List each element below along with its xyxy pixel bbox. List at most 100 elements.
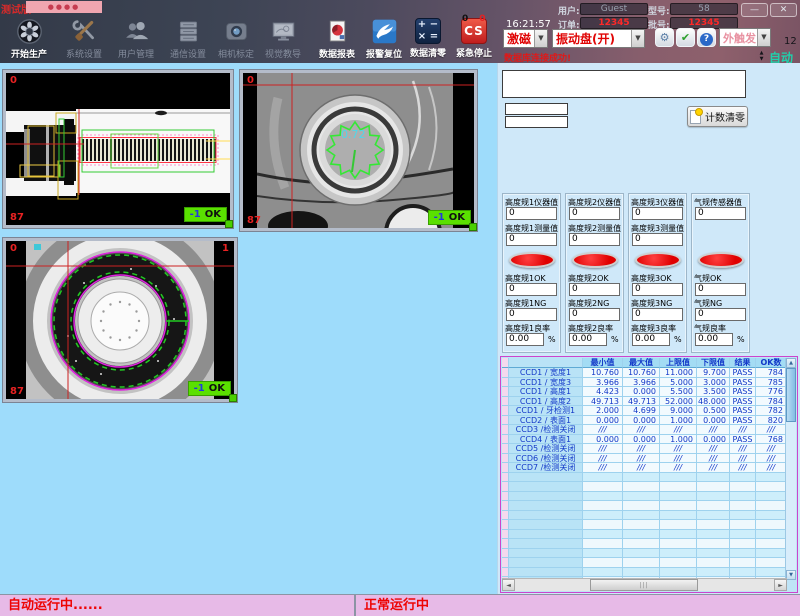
gauge-measure-input[interactable]: 0 bbox=[506, 233, 557, 246]
toolbar-item-comm-settings[interactable]: 通信设置 bbox=[161, 18, 215, 60]
gauge-ok-input[interactable]: 0 bbox=[506, 283, 557, 296]
gauge-measure-input[interactable]: 0 bbox=[569, 233, 620, 246]
table-row[interactable]: CCD1 / 宽度110.76010.76011.0009.700PASS784 bbox=[502, 368, 787, 378]
table-cell: 1.000 bbox=[660, 435, 697, 445]
table-cell bbox=[509, 520, 583, 530]
table-row[interactable]: CCD5 /检测关闭////////////////// bbox=[502, 444, 787, 454]
toolbar-item-start-production[interactable]: 开始生产 bbox=[2, 18, 56, 60]
camera-view-3[interactable]: 0 1 87 -1OK bbox=[3, 238, 237, 402]
toolbar-item-user-management[interactable]: 用户管理 bbox=[109, 18, 163, 60]
resize-grip[interactable] bbox=[229, 394, 237, 402]
table-row[interactable]: CCD3 /检测关闭////////////////// bbox=[502, 425, 787, 435]
resize-grip[interactable] bbox=[469, 223, 477, 231]
gauge-instrument-input[interactable]: 0 bbox=[506, 207, 557, 220]
table-row[interactable]: CCD1 / 高度14.4230.0005.5003.500PASS776 bbox=[502, 387, 787, 397]
resize-grip[interactable] bbox=[225, 220, 233, 228]
table-cell bbox=[502, 482, 509, 492]
table-cell: 结果 bbox=[730, 358, 756, 368]
table-cell: OK数 bbox=[756, 358, 787, 368]
table-row[interactable]: CCD1 / 牙检测12.0004.6999.0000.500PASS782 bbox=[502, 406, 787, 416]
toolbar-item-vision-teaching[interactable]: 视觉教导 bbox=[256, 18, 310, 60]
table-row[interactable]: CCD1 / 宽度33.9663.9665.0003.000PASS785 bbox=[502, 378, 787, 388]
table-row-empty bbox=[502, 539, 787, 549]
clear-count-button[interactable]: 计数清零 bbox=[687, 106, 748, 127]
gauge-instrument-input[interactable]: 0 bbox=[632, 207, 683, 220]
table-row[interactable]: CCD7 /检测关闭////////////////// bbox=[502, 463, 787, 473]
chevron-down-icon[interactable]: ▼ bbox=[757, 29, 770, 46]
gauge-yield-input[interactable]: 0.00 bbox=[695, 333, 733, 346]
table-cell bbox=[756, 520, 787, 530]
chevron-down-icon[interactable]: ▼ bbox=[534, 30, 547, 47]
table-cell: /// bbox=[730, 454, 756, 464]
toolbar-item-data-report[interactable]: 数据报表 bbox=[310, 18, 364, 60]
minimize-button[interactable]: — bbox=[741, 3, 768, 17]
magnetize-combo[interactable]: 激磁 ▼ bbox=[503, 29, 548, 48]
camera3-image bbox=[6, 241, 234, 399]
table-cell bbox=[583, 492, 623, 502]
settings-gear-button[interactable]: ⚙ bbox=[655, 28, 674, 47]
help-button[interactable]: ? bbox=[697, 28, 716, 47]
scroll-down-icon[interactable]: ▼ bbox=[786, 570, 796, 580]
barcode-display[interactable] bbox=[502, 70, 746, 98]
gauge-ng-input[interactable]: 0 bbox=[569, 308, 620, 321]
table-cell: 49.713 bbox=[583, 397, 623, 407]
gauge-ng-input[interactable]: 0 bbox=[506, 308, 557, 321]
table-cell bbox=[697, 539, 730, 549]
table-row[interactable]: CCD6 /检测关闭////////////////// bbox=[502, 454, 787, 464]
chevron-down-icon[interactable]: ▼ bbox=[631, 30, 644, 47]
table-cell: 3.000 bbox=[697, 378, 730, 388]
percent-label: % bbox=[674, 335, 682, 344]
close-button[interactable]: ✕ bbox=[770, 3, 797, 17]
table-cell: CCD7 /检测关闭 bbox=[509, 463, 583, 473]
toolbar-item-emergency-stop[interactable]: 00 CS 紧急停止 bbox=[447, 18, 501, 59]
gauge-instrument-input[interactable]: 0 bbox=[695, 207, 746, 220]
toolbar-item-label: 用户管理 bbox=[109, 47, 163, 60]
camera-view-1[interactable]: 0 87 -1OK bbox=[3, 70, 233, 228]
table-cell: 3.966 bbox=[583, 378, 623, 388]
gauge-measure-input[interactable]: 0 bbox=[632, 233, 683, 246]
vertical-scrollbar[interactable]: ▲ ▼ bbox=[785, 358, 796, 580]
scroll-right-icon[interactable]: ► bbox=[774, 579, 787, 591]
trigger-mode-combo[interactable]: 外触发 ▼ bbox=[719, 28, 771, 47]
table-cell bbox=[502, 416, 509, 426]
gauge-ok-input[interactable]: 0 bbox=[632, 283, 683, 296]
table-cell bbox=[730, 568, 756, 578]
gauge-yield-input[interactable]: 0.00 bbox=[506, 333, 544, 346]
confirm-button[interactable]: ✔ bbox=[676, 28, 695, 47]
gauge-ng-input[interactable]: 0 bbox=[695, 308, 746, 321]
scroll-left-icon[interactable]: ◄ bbox=[502, 579, 515, 591]
table-cell: 10.760 bbox=[583, 368, 623, 378]
table-row[interactable]: CCD4 / 表面10.0000.0001.0000.000PASS768 bbox=[502, 435, 787, 445]
toolbar-item-system-settings[interactable]: 系统设置 bbox=[57, 18, 111, 60]
table-cell bbox=[509, 511, 583, 521]
estop-count-red: 0 bbox=[479, 14, 486, 24]
table-cell bbox=[583, 549, 623, 559]
auto-spinner[interactable]: ▲▼ bbox=[757, 50, 766, 62]
gauge-ng-input[interactable]: 0 bbox=[632, 308, 683, 321]
table-row-empty bbox=[502, 473, 787, 483]
table-cell bbox=[730, 549, 756, 559]
calc-minus: − bbox=[428, 19, 440, 31]
table-cell: /// bbox=[697, 454, 730, 464]
scroll-up-icon[interactable]: ▲ bbox=[786, 358, 796, 368]
table-cell bbox=[502, 406, 509, 416]
gauge-ok-input[interactable]: 0 bbox=[695, 283, 746, 296]
gauge-yield-input[interactable]: 0.00 bbox=[569, 333, 607, 346]
gauge-yield-input[interactable]: 0.00 bbox=[632, 333, 670, 346]
horizontal-scroll-thumb[interactable]: ||| bbox=[590, 579, 698, 591]
status-bar: 自动运行中...... 正常运行中 bbox=[0, 594, 800, 616]
table-cell bbox=[509, 482, 583, 492]
camera-view-2[interactable]: 0.72 0 87 -1OK bbox=[240, 70, 477, 231]
horizontal-scrollbar[interactable]: ◄ ||| ► bbox=[502, 578, 787, 591]
gauge-ok-input[interactable]: 0 bbox=[569, 283, 620, 296]
vertical-scroll-thumb[interactable] bbox=[786, 368, 796, 422]
table-row[interactable]: CCD2 / 表面10.0000.0001.0000.000PASS820 bbox=[502, 416, 787, 426]
table-row[interactable]: CCD1 / 高度249.71349.71352.00048.000PASS78… bbox=[502, 397, 787, 407]
count-field-1[interactable] bbox=[505, 103, 568, 115]
vibrator-combo[interactable]: 振动盘(开) ▼ bbox=[552, 29, 645, 48]
count-field-2[interactable] bbox=[505, 116, 568, 128]
gauge-instrument-input[interactable]: 0 bbox=[569, 207, 620, 220]
percent-label: % bbox=[548, 335, 556, 344]
toolbar-item-camera-calibration[interactable]: 相机标定 bbox=[209, 18, 263, 60]
table-header-row: 最小值最大值上限值下限值结果OK数 bbox=[502, 358, 787, 368]
